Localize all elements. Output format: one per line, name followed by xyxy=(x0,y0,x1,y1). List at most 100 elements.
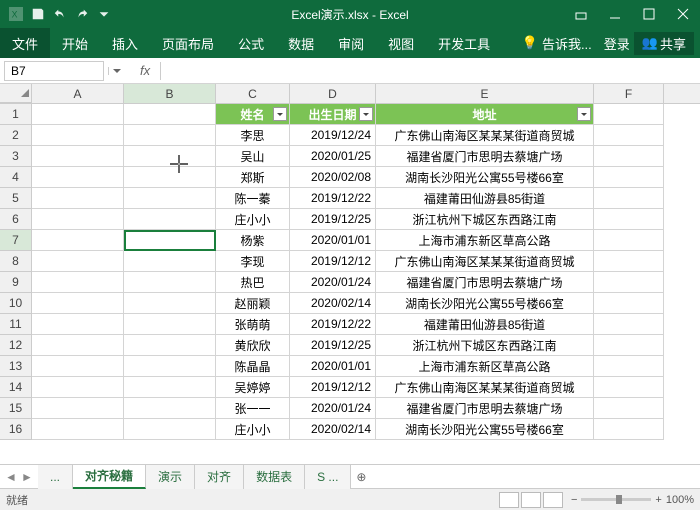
cell[interactable] xyxy=(124,230,216,251)
cell[interactable] xyxy=(32,419,124,440)
cell[interactable]: 黄欣欣 xyxy=(216,335,290,356)
cell[interactable] xyxy=(124,293,216,314)
cell[interactable] xyxy=(124,104,216,125)
cell[interactable] xyxy=(32,125,124,146)
cell[interactable] xyxy=(594,125,664,146)
row-header[interactable]: 7 xyxy=(0,230,32,251)
cell[interactable] xyxy=(124,377,216,398)
cell[interactable] xyxy=(32,293,124,314)
row-header[interactable]: 8 xyxy=(0,251,32,272)
cell[interactable] xyxy=(124,335,216,356)
cell[interactable] xyxy=(32,251,124,272)
select-all-corner[interactable] xyxy=(0,84,32,103)
cell[interactable] xyxy=(32,272,124,293)
sheet-tab-active[interactable]: 对齐秘籍 xyxy=(73,465,146,489)
cell[interactable] xyxy=(594,146,664,167)
cell[interactable] xyxy=(594,398,664,419)
col-header-c[interactable]: C xyxy=(216,84,290,103)
cell[interactable]: 吴山 xyxy=(216,146,290,167)
cell[interactable] xyxy=(32,398,124,419)
row-header[interactable]: 14 xyxy=(0,377,32,398)
cell[interactable]: 赵丽颖 xyxy=(216,293,290,314)
cell[interactable] xyxy=(594,335,664,356)
cell[interactable]: 浙江杭州下城区东西路江南 xyxy=(376,335,594,356)
tab-data[interactable]: 数据 xyxy=(276,28,326,58)
cell[interactable]: 地址 xyxy=(376,104,594,125)
cell[interactable] xyxy=(594,104,664,125)
row-header[interactable]: 13 xyxy=(0,356,32,377)
row-header[interactable]: 2 xyxy=(0,125,32,146)
cell[interactable] xyxy=(32,377,124,398)
cell[interactable] xyxy=(594,251,664,272)
cell[interactable] xyxy=(124,146,216,167)
row-header[interactable]: 12 xyxy=(0,335,32,356)
cell[interactable]: 2019/12/24 xyxy=(290,125,376,146)
cell[interactable]: 上海市浦东新区草高公路 xyxy=(376,230,594,251)
cell[interactable] xyxy=(32,188,124,209)
cell[interactable]: 出生日期 xyxy=(290,104,376,125)
minimize-icon[interactable] xyxy=(598,0,632,28)
tab-developer[interactable]: 开发工具 xyxy=(426,28,502,58)
cell[interactable]: 郑斯 xyxy=(216,167,290,188)
row-header[interactable]: 9 xyxy=(0,272,32,293)
cell[interactable]: 浙江杭州下城区东西路江南 xyxy=(376,209,594,230)
cell[interactable]: 2020/02/14 xyxy=(290,419,376,440)
col-header-b[interactable]: B xyxy=(124,84,216,103)
filter-dropdown-icon[interactable] xyxy=(577,107,591,121)
cell[interactable]: 李现 xyxy=(216,251,290,272)
name-box-dropdown-icon[interactable] xyxy=(108,67,124,75)
cell[interactable] xyxy=(124,209,216,230)
cell[interactable]: 2020/02/08 xyxy=(290,167,376,188)
cell[interactable]: 福建省厦门市思明去蔡塘广场 xyxy=(376,398,594,419)
cell[interactable] xyxy=(32,104,124,125)
cell[interactable]: 2019/12/25 xyxy=(290,209,376,230)
add-sheet-button[interactable]: ⊕ xyxy=(351,470,371,484)
redo-icon[interactable] xyxy=(72,4,92,24)
cell[interactable]: 张萌萌 xyxy=(216,314,290,335)
cell[interactable]: 2020/01/01 xyxy=(290,356,376,377)
cell[interactable]: 姓名 xyxy=(216,104,290,125)
cell[interactable] xyxy=(32,314,124,335)
cell[interactable] xyxy=(594,419,664,440)
cell[interactable]: 2019/12/12 xyxy=(290,251,376,272)
cell[interactable] xyxy=(124,125,216,146)
cell[interactable]: 2019/12/25 xyxy=(290,335,376,356)
cell[interactable]: 陈晶晶 xyxy=(216,356,290,377)
tab-insert[interactable]: 插入 xyxy=(100,28,150,58)
cell[interactable]: 福建省厦门市思明去蔡塘广场 xyxy=(376,146,594,167)
cell[interactable]: 广东佛山南海区某某某街道商贸城 xyxy=(376,377,594,398)
tell-me[interactable]: 告诉我... xyxy=(542,34,592,53)
cell[interactable]: 2019/12/22 xyxy=(290,314,376,335)
cell[interactable]: 2020/01/25 xyxy=(290,146,376,167)
cell[interactable]: 李思 xyxy=(216,125,290,146)
maximize-icon[interactable] xyxy=(632,0,666,28)
cell[interactable] xyxy=(124,272,216,293)
col-header-f[interactable]: F xyxy=(594,84,664,103)
cell[interactable] xyxy=(594,188,664,209)
share-button[interactable]: 👥共享 xyxy=(634,32,694,55)
cell[interactable] xyxy=(32,146,124,167)
row-header[interactable]: 16 xyxy=(0,419,32,440)
cell[interactable]: 福建莆田仙游县85街道 xyxy=(376,188,594,209)
row-header[interactable]: 6 xyxy=(0,209,32,230)
cell[interactable]: 吴婷婷 xyxy=(216,377,290,398)
cell[interactable]: 福建省厦门市思明去蔡塘广场 xyxy=(376,272,594,293)
cell[interactable]: 张一一 xyxy=(216,398,290,419)
cell[interactable]: 2020/01/24 xyxy=(290,398,376,419)
excel-icon[interactable]: X xyxy=(6,4,26,24)
cell[interactable]: 广东佛山南海区某某某街道商贸城 xyxy=(376,125,594,146)
qat-dropdown-icon[interactable] xyxy=(94,4,114,24)
sheet-tab[interactable]: 数据表 xyxy=(244,465,305,489)
cell[interactable]: 2020/02/14 xyxy=(290,293,376,314)
row-header[interactable]: 11 xyxy=(0,314,32,335)
tab-layout[interactable]: 页面布局 xyxy=(150,28,226,58)
col-header-a[interactable]: A xyxy=(32,84,124,103)
cell[interactable] xyxy=(124,167,216,188)
ribbon-options-icon[interactable] xyxy=(564,0,598,28)
sheet-tab[interactable]: 对齐 xyxy=(195,465,244,489)
close-icon[interactable] xyxy=(666,0,700,28)
cell[interactable] xyxy=(32,335,124,356)
cell[interactable] xyxy=(594,272,664,293)
cell[interactable] xyxy=(32,209,124,230)
cell[interactable] xyxy=(124,314,216,335)
